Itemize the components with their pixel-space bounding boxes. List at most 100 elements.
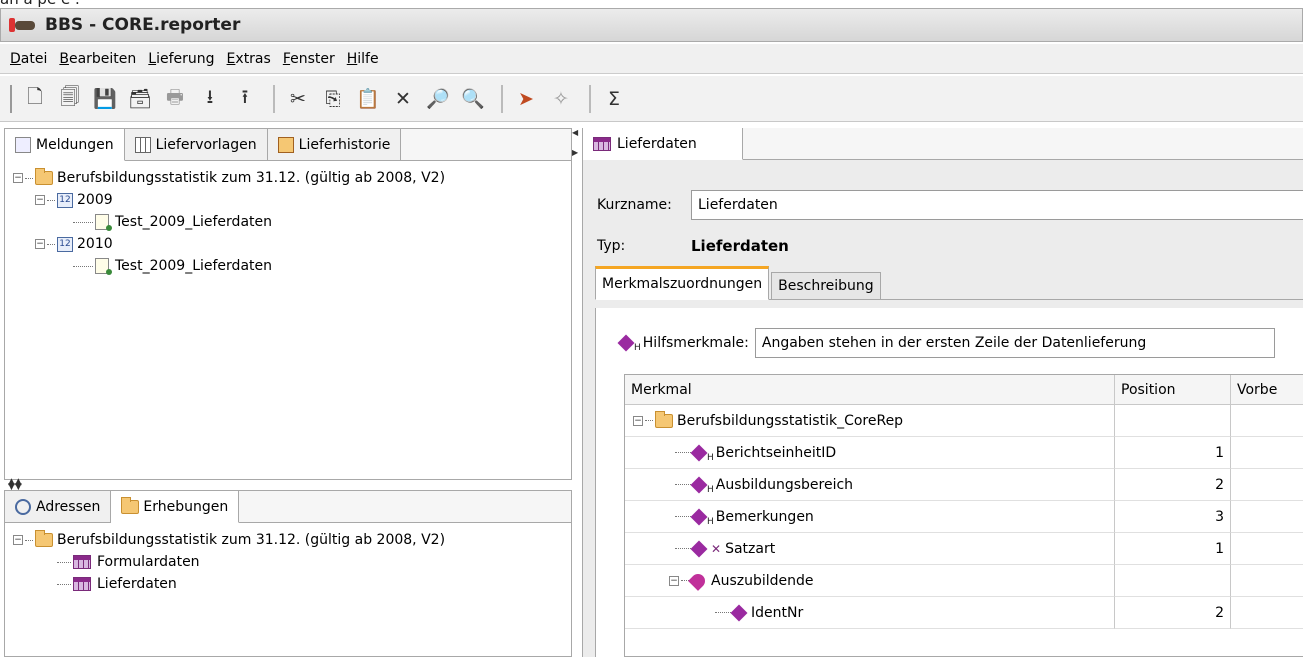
tree-node-lieferung[interactable]: Test_2009_Lieferdaten [13,255,563,277]
menu-fenster[interactable]: Fenster [277,51,341,67]
menu-datei[interactable]: Datei [4,51,53,67]
collapse-icon[interactable]: − [669,575,679,586]
print-icon[interactable]: 🖶 [160,84,190,114]
toolbar-separator [501,84,503,113]
tree-node-lieferung[interactable]: Test_2009_Lieferdaten [13,211,563,233]
export-icon[interactable]: ⭱ [230,84,260,114]
tree-node-2009[interactable]: − 12 2009 [13,189,563,211]
save-all-icon[interactable]: 🗃 [125,84,155,114]
table-row[interactable]: − Auszubildende [625,565,1303,597]
collapse-icon[interactable]: − [13,535,23,545]
tree-node-root[interactable]: − Berufsbildungsstatistik zum 31.12. (gü… [13,167,563,189]
attribute-icon [730,604,748,621]
hilfsmerkmale-label: Hilfsmerkmale: [642,335,749,351]
auxiliary-attribute-icon [690,476,708,493]
tab-liefervorlagen[interactable]: Liefervorlagen [124,129,268,160]
auxiliary-attribute-icon [690,508,708,525]
collapse-icon[interactable]: − [633,415,643,426]
erhebungen-tree: − Berufsbildungsstatistik zum 31.12. (gü… [5,523,571,601]
folder-icon [121,496,140,514]
search-icon[interactable]: 🔍 [458,84,488,114]
folder-icon [35,168,53,185]
tab-lieferdaten[interactable]: Lieferdaten [583,128,743,160]
menu-extras[interactable]: Extras [221,51,277,67]
tree-node-formulardaten[interactable]: Formulardaten [13,551,563,573]
import-icon[interactable]: ⭳ [195,84,225,114]
column-header-merkmal[interactable]: Merkmal [625,375,1115,404]
table-row[interactable]: ✕ Satzart 1 [625,533,1303,565]
paste-icon[interactable]: 📋 [353,84,383,114]
calendar-icon: 12 [57,192,73,208]
history-icon [277,136,294,153]
app-icon [9,16,35,34]
folder-icon [35,530,53,547]
table-row[interactable]: H Bemerkungen 3 [625,501,1303,533]
toolbar: 🗋 🗐 💾 🗃 🖶 ⭳ ⭱ ✂ ⎘ 📋 ✕ 🔎 🔍 ➤ ✧ Σ [0,76,1303,122]
tab-erhebungen[interactable]: Erhebungen [111,491,240,523]
calendar-icon: 12 [57,236,73,252]
tab-merkmalszuordnungen[interactable]: Merkmalszuordnungen [595,266,770,300]
tab-beschreibung[interactable]: Beschreibung [771,272,881,299]
left-top-panel: Meldungen Liefervorlagen Lieferhistorie … [4,128,572,480]
cut-icon[interactable]: ✂ [283,84,313,114]
folder-icon [655,410,673,428]
editor-tabs: Lieferdaten [583,128,1303,160]
window-title: BBS - CORE.reporter [45,15,241,35]
table-icon [73,555,91,569]
menu-lieferung[interactable]: Lieferung [142,51,220,67]
table-icon [593,136,611,151]
collapse-icon[interactable]: − [13,173,23,183]
merkmalszuordnungen-content: H Hilfsmerkmale: Angaben stehen in der e… [595,308,1303,657]
tree-node-root[interactable]: − Berufsbildungsstatistik zum 31.12. (gü… [13,529,563,551]
menu-bar: Datei Bearbeiten Lieferung Extras Fenste… [0,44,1303,74]
editor-form: Kurzname: Lieferdaten Typ: Lieferdaten M… [595,188,1303,657]
subscript-h: H [634,343,641,353]
toolbar-grip[interactable] [10,84,14,113]
copy-icon[interactable]: ⎘ [318,84,348,114]
splitter-handle-vertical[interactable]: ◀ ▶ [572,128,578,158]
table-row[interactable]: H Ausbildungsbereich 2 [625,469,1303,501]
left-top-tabs: Meldungen Liefervorlagen Lieferhistorie [5,129,571,161]
tab-meldungen[interactable]: Meldungen [5,129,125,161]
record-type-mark: ✕ [711,541,722,556]
sum-icon[interactable]: Σ [599,84,629,114]
toolbar-separator [273,84,275,113]
tree-node-2010[interactable]: − 12 2010 [13,233,563,255]
hilfsmerkmale-field[interactable]: Angaben stehen in der ersten Zeile der D… [754,328,1275,358]
column-header-position[interactable]: Position [1115,375,1231,404]
menu-bearbeiten[interactable]: Bearbeiten [53,51,142,67]
save-icon[interactable]: 💾 [90,84,120,114]
new-copy-icon[interactable]: 🗐 [55,84,85,114]
auxiliary-attribute-icon [617,334,635,352]
merkmal-grid: Merkmal Position Vorbe − Berufsbildungss… [624,374,1303,657]
menu-hilfe[interactable]: Hilfe [341,51,385,67]
editor-panel: Lieferdaten Kurzname: Lieferdaten Typ: L… [582,128,1303,657]
validate-icon[interactable]: ✧ [546,84,576,114]
meldungen-tree: − Berufsbildungsstatistik zum 31.12. (gü… [5,161,571,283]
collapse-icon[interactable]: − [35,195,45,205]
new-icon[interactable]: 🗋 [20,84,50,114]
toolbar-separator [589,84,591,113]
typ-row: Typ: Lieferdaten [595,226,1303,266]
table-row[interactable]: − Berufsbildungsstatistik_CoreRep [625,405,1303,437]
send-icon[interactable]: ➤ [511,84,541,114]
grid-icon [134,136,151,153]
tree-node-lieferdaten[interactable]: Lieferdaten [13,573,563,595]
hilfsmerkmale-row: H Hilfsmerkmale: Angaben stehen in der e… [617,328,1275,358]
find-icon[interactable]: 🔎 [423,84,453,114]
kurzname-field[interactable]: Lieferdaten [691,190,1303,220]
collapse-icon[interactable]: − [35,239,45,249]
title-bar[interactable]: BBS - CORE.reporter [0,8,1303,42]
document-icon [15,136,31,153]
column-header-vorbe[interactable]: Vorbe [1231,375,1303,404]
typ-value: Lieferdaten [691,237,789,255]
delivery-doc-icon [95,214,112,231]
left-bottom-panel: Adressen Erhebungen − Berufsbildungsstat… [4,490,572,657]
auxiliary-attribute-icon [690,444,708,461]
splitter-handle[interactable]: ▲▲ ▼▼ [8,478,22,492]
delete-icon[interactable]: ✕ [388,84,418,114]
table-row[interactable]: IdentNr 2 [625,597,1303,629]
table-row[interactable]: H BerichtseinheitID 1 [625,437,1303,469]
tab-lieferhistorie[interactable]: Lieferhistorie [267,129,402,160]
tab-adressen[interactable]: Adressen [5,491,112,522]
